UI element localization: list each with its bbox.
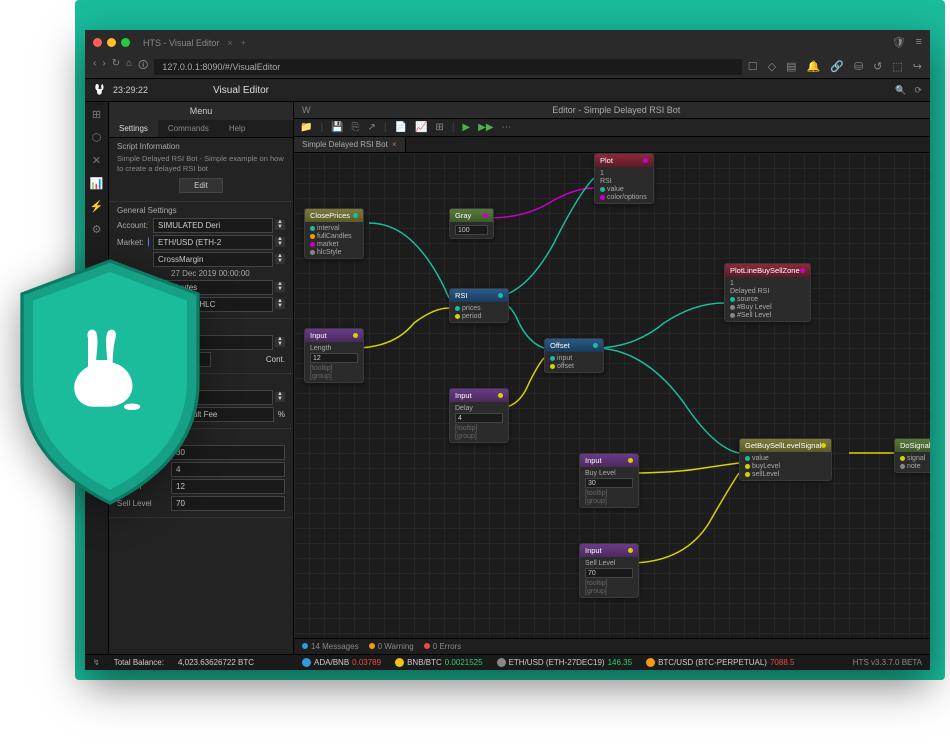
chart-icon[interactable]: 📈: [415, 122, 427, 133]
browser-tab[interactable]: HTS - Visual Editor: [143, 38, 219, 48]
clock: 23:29:22: [113, 85, 148, 95]
node-input-delay[interactable]: Input Delay 4 [tooltip] [group]: [449, 388, 509, 443]
bookmark-icon[interactable]: ☐: [748, 60, 758, 73]
ticker-item[interactable]: ETH/USD (ETH-27DEC19) 146.35: [497, 658, 632, 667]
new-tab-icon[interactable]: +: [241, 38, 246, 48]
minimize-window-icon[interactable]: [107, 38, 116, 47]
lock-icon: 🛈: [138, 58, 148, 75]
node-dosignal[interactable]: DoSignal signal note: [894, 438, 930, 473]
balance-label: Total Balance:: [114, 658, 164, 667]
rail-settings-icon[interactable]: ⚙: [92, 223, 102, 236]
tab-help[interactable]: Help: [219, 120, 255, 137]
save-icon[interactable]: 💾: [331, 122, 343, 133]
refresh-icon[interactable]: ⟳: [914, 85, 922, 96]
play-icon[interactable]: ▶: [462, 122, 470, 133]
editor-toolbar: 📁 | 💾 ⎘ ↗ | 📄 📈 ⊞ | ▶ ▶▶ ⋯: [294, 119, 930, 137]
shield-icon[interactable]: 🛡: [892, 36, 906, 49]
close-tab-icon[interactable]: ×: [227, 38, 232, 48]
inbox-icon[interactable]: ⬚: [892, 60, 902, 73]
fast-forward-icon[interactable]: ▶▶: [478, 122, 493, 133]
node-input-sell[interactable]: Input Sell Level 70 [tooltip] [group]: [579, 543, 639, 598]
maximize-window-icon[interactable]: [121, 38, 130, 47]
grid-icon[interactable]: ⊞: [435, 122, 443, 133]
version-label: HTS v3.3.7.0 BETA: [853, 658, 922, 667]
search-icon[interactable]: 🔍: [895, 85, 906, 96]
stack-icon[interactable]: ▤: [786, 60, 796, 73]
coin-icon: [148, 237, 149, 247]
account-label: Account:: [117, 221, 149, 230]
back-icon[interactable]: ‹: [93, 58, 96, 75]
file-tab[interactable]: Simple Delayed RSI Bot ×: [294, 137, 406, 152]
history-icon[interactable]: ↺: [873, 60, 882, 73]
folder-icon[interactable]: 📁: [300, 122, 312, 133]
balance-value: 4,023.63626722 BTC: [178, 658, 254, 667]
cont-label: Cont.: [215, 355, 285, 364]
warning-count[interactable]: 0 Warning: [378, 642, 414, 651]
editor-status-bar: 14 Messages 0 Warning 0 Errors: [294, 638, 930, 654]
messages-count[interactable]: 14 Messages: [311, 642, 359, 651]
file-icon[interactable]: 📄: [395, 122, 407, 133]
rail-bots-icon[interactable]: ⬡: [92, 131, 102, 144]
editor-w-icon: W: [302, 105, 311, 115]
errors-count[interactable]: 0 Errors: [433, 642, 461, 651]
editor-title: Editor - Simple Delayed RSI Bot: [311, 105, 923, 115]
down-icon[interactable]: ▼: [275, 225, 285, 230]
tag-icon[interactable]: ◇: [768, 60, 776, 73]
more-icon[interactable]: ⋯: [502, 122, 512, 133]
edit-button[interactable]: Edit: [179, 178, 223, 193]
node-plot[interactable]: Plot 1 RSI value color/options: [594, 153, 654, 204]
rail-chart-icon[interactable]: 📊: [90, 177, 104, 190]
market-label: Market:: [117, 238, 144, 247]
market-select[interactable]: [153, 235, 273, 250]
node-input-length[interactable]: Input Length 12 [tooltip] [group]: [304, 328, 364, 383]
ticker-bar: ↯ Total Balance: 4,023.63626722 BTC ADA/…: [85, 654, 930, 670]
shield-badge: [0, 250, 220, 510]
attach-icon[interactable]: 🔗: [830, 60, 844, 73]
node-canvas[interactable]: ClosePrices interval fullCandles market …: [294, 153, 930, 638]
node-getbuysell[interactable]: GetBuySellLevelSignal value buyLevel sel…: [739, 438, 832, 481]
reload-icon[interactable]: ↻: [112, 58, 120, 75]
tab-commands[interactable]: Commands: [158, 120, 219, 137]
pct-label: %: [278, 410, 285, 419]
account-select[interactable]: [153, 218, 273, 233]
app-titlebar: 23:29:22 Visual Editor 🔍 ⟳: [85, 79, 930, 102]
rail-editor-icon[interactable]: ⚡: [90, 200, 104, 213]
exit-icon[interactable]: ↪: [913, 60, 922, 73]
file-tab-label: Simple Delayed RSI Bot: [302, 140, 388, 149]
home-icon[interactable]: ⌂: [126, 58, 132, 75]
ticker-item[interactable]: BNB/BTC 0.0021525: [395, 658, 483, 667]
script-info-heading: Script Information: [117, 142, 285, 151]
bell-icon[interactable]: 🔔: [807, 60, 821, 73]
node-closeprices[interactable]: ClosePrices interval fullCandles market …: [304, 208, 364, 259]
node-rsi[interactable]: RSI prices period: [449, 288, 509, 323]
rail-tools-icon[interactable]: ✕: [92, 154, 101, 167]
forward-icon[interactable]: ›: [102, 58, 105, 75]
general-settings-heading: General Settings: [117, 206, 285, 215]
url-input[interactable]: 127.0.0.1:8090/#/VisualEditor: [154, 59, 741, 75]
page-title: Visual Editor: [213, 85, 269, 96]
ticker-item[interactable]: BTC/USD (BTC-PERPETUAL) 7088.5: [646, 658, 794, 667]
rabbit-logo-icon: [93, 83, 107, 97]
db-icon[interactable]: ⛁: [854, 60, 863, 73]
rail-dashboard-icon[interactable]: ⊞: [92, 108, 101, 121]
close-file-icon[interactable]: ×: [392, 140, 397, 149]
tab-settings[interactable]: Settings: [109, 120, 158, 137]
node-plotline[interactable]: PlotLineBuySellZone 1 Delayed RSI source…: [724, 263, 811, 322]
menu-icon[interactable]: ≡: [916, 36, 922, 49]
ticker-item[interactable]: ADA/BNB 0.03789: [302, 658, 381, 667]
node-gray[interactable]: Gray 100: [449, 208, 494, 239]
balance-icon: ↯: [93, 658, 100, 667]
close-window-icon[interactable]: [93, 38, 102, 47]
open-icon[interactable]: ↗: [368, 122, 376, 133]
node-offset[interactable]: Offset input offset: [544, 338, 604, 373]
window-titlebar: HTS - Visual Editor × + 🛡 ≡: [85, 30, 930, 55]
script-description: Simple Delayed RSI Bot - Simple example …: [117, 154, 285, 174]
node-input-buy[interactable]: Input Buy Level 30 [tooltip] [group]: [579, 453, 639, 508]
copy-icon[interactable]: ⎘: [352, 122, 360, 133]
browser-nav-bar: ‹ › ↻ ⌂ 🛈 127.0.0.1:8090/#/VisualEditor …: [85, 55, 930, 79]
sidebar-menu-label: Menu: [109, 102, 293, 120]
